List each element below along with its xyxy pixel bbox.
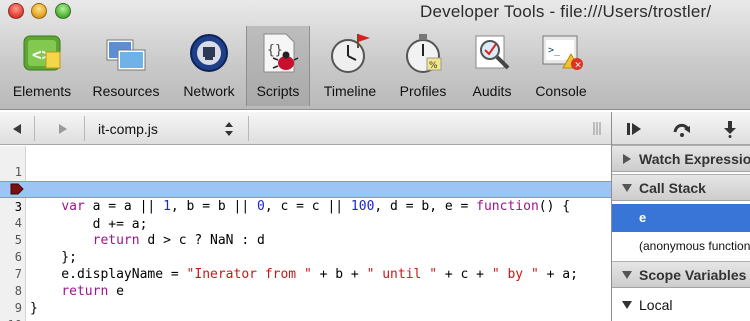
- source-code-view[interactable]: 1 function getIterator(a, b, c) { 2 var …: [0, 146, 611, 321]
- code-line: 2 var a = a || 1, b = b || 0, c = c || 1…: [0, 164, 611, 214]
- profiles-icon: %: [406, 34, 442, 73]
- pane-resizer-grip-icon[interactable]: [592, 121, 602, 136]
- audits-icon: [475, 35, 510, 70]
- console-icon: >_ ×: [542, 35, 583, 71]
- disclosure-expanded-icon: [622, 301, 632, 309]
- debugger-sidebar: Watch Expressions Call Stack e (anonymou…: [611, 112, 750, 321]
- section-title: Call Stack: [639, 180, 706, 196]
- back-button[interactable]: [2, 112, 32, 145]
- section-title: Scope Variables: [639, 267, 747, 283]
- tab-label: Elements: [12, 83, 72, 99]
- tab-timeline[interactable]: Timeline: [316, 26, 384, 106]
- panel-toolbar: <> Elements Resources Network {} Scripts…: [0, 26, 750, 106]
- call-stack-frame[interactable]: e: [612, 204, 750, 232]
- section-title: Watch Expressions: [639, 151, 750, 167]
- scope-local-row[interactable]: Local: [612, 294, 750, 316]
- tab-scripts[interactable]: {} Scripts: [246, 26, 310, 106]
- tab-label: Console: [535, 83, 587, 99]
- title-bar: Developer Tools - file:///Users/trostler…: [0, 0, 750, 24]
- debugger-controls: [612, 112, 750, 145]
- tab-label: Resources: [92, 83, 160, 99]
- svg-text:%: %: [429, 61, 438, 71]
- disclosure-collapsed-icon: [623, 154, 631, 164]
- scripts-icon: {}: [263, 33, 299, 73]
- svg-text:>_: >_: [548, 45, 561, 56]
- window-title: Developer Tools - file:///Users/trostler…: [420, 2, 712, 21]
- resources-icon: [106, 39, 146, 71]
- tab-label: Scripts: [256, 83, 300, 99]
- tab-label: Timeline: [323, 83, 377, 99]
- code-line: 4 return d > c ? NaN : d: [0, 198, 611, 248]
- tab-audits[interactable]: Audits: [462, 26, 522, 106]
- forward-arrow-icon: [59, 123, 67, 134]
- script-file-name: it-comp.js: [98, 121, 158, 137]
- svg-text:×: ×: [574, 61, 582, 71]
- minimize-window-button[interactable]: [31, 3, 47, 19]
- line-number: 10: [0, 317, 22, 321]
- disclosure-expanded-icon: [622, 184, 632, 192]
- resume-icon: [627, 122, 641, 135]
- tab-label: Audits: [472, 83, 512, 99]
- close-window-button[interactable]: [8, 3, 24, 19]
- forward-button[interactable]: [48, 112, 78, 145]
- script-file-select[interactable]: it-comp.js: [90, 118, 240, 140]
- tab-profiles[interactable]: % Profiles: [390, 26, 456, 106]
- step-into-button[interactable]: [710, 112, 750, 145]
- tab-label: Network: [183, 83, 235, 99]
- zoom-window-button[interactable]: [55, 3, 71, 19]
- current-execution-line: 3 d += a;: [0, 181, 611, 232]
- network-icon: [190, 34, 228, 72]
- code-line: 6 e.displayName = "Inerator from " + b +…: [0, 232, 611, 282]
- svg-text:{}: {}: [267, 43, 283, 58]
- scope-local-label: Local: [639, 297, 673, 313]
- code-line: 10: [0, 300, 611, 321]
- back-arrow-icon: [13, 123, 21, 134]
- disclosure-expanded-icon: [622, 271, 632, 279]
- execution-pointer-icon: [10, 183, 24, 195]
- step-over-icon: [673, 123, 690, 137]
- scope-variables-header[interactable]: Scope Variables: [612, 261, 750, 288]
- code-line: 5 };: [0, 215, 611, 265]
- divider: [34, 116, 35, 141]
- step-over-button[interactable]: [662, 112, 702, 145]
- code-line: 7 return e: [0, 249, 611, 299]
- script-editor-pane: it-comp.js 1 function getIterator(a, b, …: [0, 112, 611, 321]
- call-stack-frame[interactable]: (anonymous function): [612, 232, 750, 260]
- step-into-icon: [724, 120, 736, 138]
- code-line: 1 function getIterator(a, b, c) {: [0, 147, 611, 197]
- divider: [84, 116, 85, 141]
- window-chrome: Developer Tools - file:///Users/trostler…: [0, 0, 750, 110]
- tab-elements[interactable]: <> Elements: [2, 26, 82, 106]
- code-line: 9 ;: [0, 283, 611, 321]
- elements-icon: <>: [23, 35, 61, 71]
- watch-expressions-header[interactable]: Watch Expressions: [612, 145, 750, 172]
- tab-resources[interactable]: Resources: [86, 26, 166, 106]
- tab-network[interactable]: Network: [176, 26, 242, 106]
- script-navigation-bar: it-comp.js: [0, 112, 611, 145]
- code-line: 8 }: [0, 266, 611, 316]
- tab-console[interactable]: >_ × Console: [528, 26, 594, 106]
- divider: [248, 116, 249, 141]
- select-arrows-icon: [225, 122, 233, 136]
- timeline-icon: [331, 34, 370, 73]
- call-stack-header[interactable]: Call Stack: [612, 174, 750, 201]
- pause-resume-button[interactable]: [614, 112, 654, 145]
- tab-label: Profiles: [399, 83, 447, 99]
